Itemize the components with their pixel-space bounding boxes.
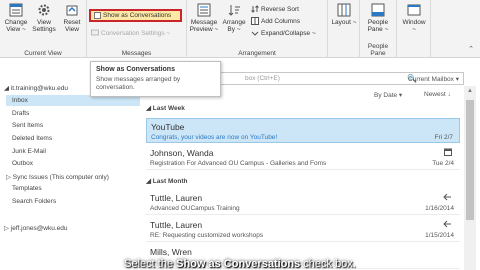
reset-view-label: Reset View (63, 19, 81, 33)
add-columns-icon (251, 17, 259, 25)
layout-icon (337, 3, 351, 17)
message-subject: Congrats, your videos are now on YouTube… (151, 134, 278, 141)
tooltip: Show as Conversations Show messages arra… (90, 61, 221, 97)
folder-sync-issues[interactable]: ▷ Sync Issues (This computer only) (6, 173, 109, 181)
message-row[interactable]: Tuttle, Lauren Advanced OUCampus Trainin… (146, 190, 460, 215)
message-date: 1/16/2014 (425, 205, 454, 212)
messages-group-label: Messages (121, 50, 152, 57)
messages-group: Show as Conversations Conversation Setti… (87, 0, 187, 58)
folder-templates[interactable]: Templates (12, 185, 42, 192)
scroll-up-icon[interactable]: ▲ (467, 88, 473, 94)
account-jeff-jones[interactable]: ▷ jeff.jones@wku.edu (4, 224, 68, 232)
add-columns-label: Add Columns (261, 18, 301, 25)
folder-drafts[interactable]: Drafts (12, 110, 29, 117)
view-settings-button[interactable]: View Settings (30, 3, 58, 33)
reverse-sort-button[interactable]: Reverse Sort (251, 4, 299, 15)
reset-view-icon (66, 5, 78, 16)
scrollbar-thumb[interactable] (466, 100, 474, 220)
ribbon: Change View ~ View Settings Reset View C… (0, 0, 480, 58)
message-row[interactable]: Tuttle, Lauren RE: Requesting customized… (146, 217, 460, 242)
video-caption: Select the Show as Conversations check b… (0, 258, 480, 270)
current-view-group: Change View ~ View Settings Reset View C… (0, 0, 87, 58)
message-subject: RE: Requesting customized workshops (150, 232, 264, 239)
add-columns-button[interactable]: Add Columns (251, 16, 300, 27)
window-group: Window ~ (397, 0, 431, 58)
arrange-by-button[interactable]: Arrange By ~ (221, 3, 247, 33)
message-sender: Tuttle, Lauren (150, 193, 203, 203)
expand-collapse-button[interactable]: Expand/Collapse ~ (251, 28, 316, 39)
change-view-label: Change View ~ (4, 19, 28, 33)
message-date: Fri 2/7 (434, 134, 453, 141)
reverse-sort-icon (251, 5, 259, 13)
caption-pre: Select the (124, 258, 177, 270)
arrangement-group-label: Arrangement (238, 50, 276, 57)
ribbon-collapse-icon[interactable]: ⌃ (468, 45, 474, 53)
window-label: Window ~ (402, 19, 426, 33)
folder-junk-email[interactable]: Junk E-Mail (12, 148, 46, 155)
message-sender: YouTube (151, 122, 185, 132)
folder-deleted-items[interactable]: Deleted Items (12, 135, 52, 142)
sort-order-toggle[interactable]: Newest ↓ (424, 91, 451, 98)
reply-icon (443, 193, 452, 203)
tooltip-title: Show as Conversations (96, 66, 175, 73)
message-preview-button[interactable]: Message Preview ~ (189, 3, 219, 33)
caption-bold: Show as Conversations (176, 258, 301, 270)
tooltip-description: Show messages arranged by conversation. (96, 76, 181, 91)
message-sender: Tuttle, Lauren (150, 220, 203, 230)
conversation-settings-button[interactable]: Conversation Settings ~ (91, 28, 170, 39)
gear-icon (38, 4, 50, 16)
people-pane-group: People Pane ~ People Pane (360, 0, 397, 58)
reset-view-button[interactable]: Reset View (58, 3, 86, 33)
caption-post: check box. (300, 258, 356, 270)
message-sender: Mills, Wren (150, 247, 192, 257)
folder-search-folders[interactable]: Search Folders (12, 198, 56, 205)
search-scope-dropdown[interactable]: Current Mailbox ▾ (408, 75, 459, 83)
conversation-settings-icon (91, 29, 99, 36)
reverse-sort-label: Reverse Sort (261, 6, 299, 13)
conversation-settings-label: Conversation Settings ~ (101, 30, 171, 37)
show-as-conversations-checkbox[interactable]: Show as Conversations (89, 9, 182, 22)
people-pane-icon (371, 3, 385, 17)
view-settings-label: View Settings (32, 19, 56, 33)
message-preview-label: Message Preview ~ (189, 19, 219, 33)
checkbox-icon (94, 12, 101, 19)
expand-collapse-label: Expand/Collapse ~ (261, 30, 316, 37)
reply-icon (443, 220, 452, 230)
people-pane-button[interactable]: People Pane ~ (364, 3, 392, 33)
message-subject: Registration For Advanced OU Campus - Ga… (150, 160, 327, 167)
change-view-icon (9, 3, 23, 17)
folder-sent-items[interactable]: Sent Items (12, 122, 43, 129)
message-date: Tue 2/4 (432, 160, 454, 167)
message-row[interactable]: YouTube Congrats, your videos are now on… (146, 118, 460, 143)
message-list-scrollbar[interactable]: ▲ (464, 86, 476, 270)
window-icon (407, 4, 421, 16)
current-view-group-label: Current View (24, 50, 62, 57)
layout-label: Layout ~ (331, 19, 357, 26)
expand-collapse-icon (251, 31, 259, 36)
arrangement-group: Message Preview ~ Arrange By ~ Reverse S… (187, 0, 328, 58)
group-header-last-month[interactable]: ◢ Last Month (146, 177, 187, 185)
arrange-by-icon (228, 5, 240, 16)
message-subject: Advanced OUCampus Training (150, 205, 240, 212)
message-row[interactable]: Johnson, Wanda Registration For Advanced… (146, 145, 460, 170)
layout-button[interactable]: Layout ~ (330, 3, 358, 26)
calendar-icon (444, 148, 452, 158)
search-placeholder: box (Ctrl+E) (245, 75, 280, 82)
group-header-last-week[interactable]: ◢ Last Week (146, 104, 185, 112)
folder-outbox[interactable]: Outbox (12, 160, 33, 167)
account-it-training[interactable]: ◢ it.training@wku.edu (4, 84, 68, 92)
message-list: ◢ Last Week YouTube Congrats, your video… (144, 100, 462, 270)
window-button[interactable]: Window ~ (400, 3, 428, 33)
arrange-by-label: Arrange By ~ (222, 19, 246, 33)
layout-group: Layout ~ (328, 0, 360, 58)
people-pane-button-label: People Pane ~ (367, 19, 389, 33)
message-preview-icon (197, 3, 211, 17)
people-pane-group-label: People Pane (367, 43, 389, 57)
change-view-button[interactable]: Change View ~ (2, 3, 30, 33)
message-sender: Johnson, Wanda (150, 148, 214, 158)
message-date: 1/15/2014 (425, 232, 454, 239)
sort-by-dropdown[interactable]: By Date ▾ (374, 91, 402, 99)
show-as-conversations-label: Show as Conversations (103, 12, 172, 19)
